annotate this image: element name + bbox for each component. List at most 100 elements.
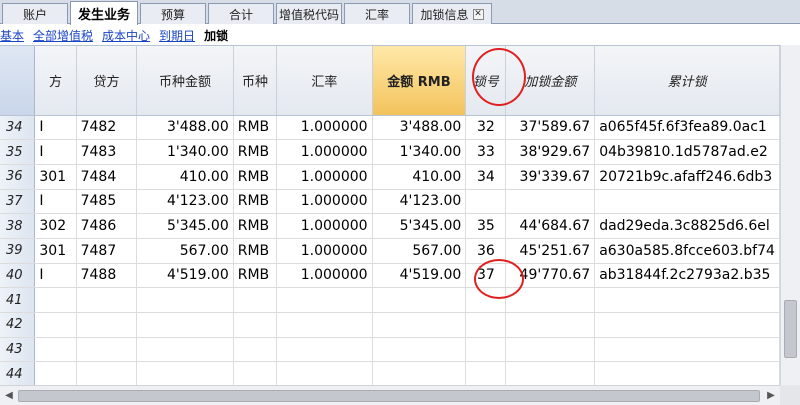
cell-exchange-rate[interactable]: 1.000000 xyxy=(276,263,373,289)
cell-credit[interactable]: 7486 xyxy=(76,213,138,239)
cell-side[interactable] xyxy=(34,361,77,385)
cell-exchange-rate[interactable]: 1.000000 xyxy=(276,189,373,215)
cell-lock-number[interactable]: 35 xyxy=(465,213,507,239)
table-row[interactable]: 37 I 7485 4'123.00 RMB 1.000000 4'123.00 xyxy=(0,189,780,215)
cell-currency-amount[interactable] xyxy=(136,337,234,363)
cell-lock-number[interactable]: 36 xyxy=(465,238,507,264)
cell-amount-rmb[interactable] xyxy=(372,361,467,385)
cell-currency-amount[interactable] xyxy=(136,312,234,338)
tab-exchange-rates[interactable]: 汇率 xyxy=(344,3,410,24)
vertical-scrollbar[interactable] xyxy=(780,45,800,385)
cell-side[interactable]: 301 xyxy=(34,238,77,264)
cell-side[interactable]: 301 xyxy=(34,164,77,190)
cell-amount-rmb[interactable] xyxy=(372,337,467,363)
cell-credit[interactable] xyxy=(76,337,138,363)
cell-credit[interactable]: 7485 xyxy=(76,189,138,215)
cell-lock-number[interactable] xyxy=(465,337,507,363)
column-header-amount-rmb[interactable]: 金额 RMB xyxy=(372,46,467,116)
column-header-credit[interactable]: 贷方 xyxy=(76,46,138,116)
cell-lock-number[interactable]: 32 xyxy=(465,115,507,141)
cell-locked-amount[interactable]: 37'589.67 xyxy=(505,115,596,141)
cell-side[interactable]: I xyxy=(34,139,77,165)
cell-currency-amount[interactable]: 567.00 xyxy=(136,238,234,264)
cell-currency[interactable]: RMB xyxy=(233,213,278,239)
column-header-lock-number[interactable]: 锁号 xyxy=(465,46,507,116)
cell-cumulative-lock[interactable]: ab31844f.2c2793a2.b35 xyxy=(594,263,780,289)
cell-currency[interactable]: RMB xyxy=(233,164,278,190)
cell-side[interactable] xyxy=(34,337,77,363)
cell-locked-amount[interactable] xyxy=(505,287,596,313)
tab-vat-codes[interactable]: 增值税代码 xyxy=(276,3,342,24)
cell-exchange-rate[interactable] xyxy=(276,337,373,363)
cell-currency[interactable]: RMB xyxy=(233,115,278,141)
cell-lock-number[interactable]: 37 xyxy=(465,263,507,289)
cell-currency[interactable]: RMB xyxy=(233,263,278,289)
cell-currency-amount[interactable]: 410.00 xyxy=(136,164,234,190)
table-row[interactable]: 40 I 7488 4'519.00 RMB 1.000000 4'519.00 37 49'7… xyxy=(0,263,780,289)
filter-cost-center-link[interactable]: 成本中心 xyxy=(102,27,150,44)
cell-lock-number[interactable] xyxy=(465,312,507,338)
cell-currency[interactable] xyxy=(233,287,278,313)
cell-lock-number[interactable]: 34 xyxy=(465,164,507,190)
cell-currency-amount[interactable]: 4'519.00 xyxy=(136,263,234,289)
cell-credit[interactable] xyxy=(76,361,138,385)
cell-amount-rmb[interactable]: 4'519.00 xyxy=(372,263,467,289)
cell-locked-amount[interactable] xyxy=(505,312,596,338)
cell-credit[interactable]: 7483 xyxy=(76,139,138,165)
cell-credit[interactable]: 7488 xyxy=(76,263,138,289)
cell-side[interactable]: I xyxy=(34,189,77,215)
cell-cumulative-lock[interactable]: dad29eda.3c8825d6.6el xyxy=(594,213,780,239)
cell-credit[interactable] xyxy=(76,287,138,313)
cell-cumulative-lock[interactable]: a630a585.8fcce603.bf74 xyxy=(594,238,780,264)
table-row[interactable]: 35 I 7483 1'340.00 RMB 1.000000 1'340.00 33 38'9… xyxy=(0,139,780,165)
cell-currency[interactable] xyxy=(233,312,278,338)
cell-amount-rmb[interactable]: 567.00 xyxy=(372,238,467,264)
cell-currency-amount[interactable] xyxy=(136,287,234,313)
cell-cumulative-lock[interactable]: 20721b9c.afaff246.6db3 xyxy=(594,164,780,190)
table-row[interactable]: 43 xyxy=(0,337,780,363)
cell-amount-rmb[interactable]: 4'123.00 xyxy=(372,189,467,215)
cell-currency[interactable] xyxy=(233,337,278,363)
table-row[interactable]: 39 301 7487 567.00 RMB 1.000000 567.00 36 45'251… xyxy=(0,238,780,264)
cell-amount-rmb[interactable]: 5'345.00 xyxy=(372,213,467,239)
vertical-scroll-thumb[interactable] xyxy=(784,300,797,358)
cell-currency[interactable] xyxy=(233,361,278,385)
cell-exchange-rate[interactable]: 1.000000 xyxy=(276,164,373,190)
tab-totals[interactable]: 合计 xyxy=(208,3,274,24)
cell-currency-amount[interactable]: 5'345.00 xyxy=(136,213,234,239)
cell-cumulative-lock[interactable] xyxy=(594,287,780,313)
cell-credit[interactable] xyxy=(76,312,138,338)
scroll-left-arrow-icon[interactable]: ◀ xyxy=(2,389,16,403)
cell-cumulative-lock[interactable] xyxy=(594,312,780,338)
cell-credit[interactable]: 7482 xyxy=(76,115,138,141)
cell-amount-rmb[interactable]: 410.00 xyxy=(372,164,467,190)
cell-locked-amount[interactable] xyxy=(505,361,596,385)
cell-locked-amount[interactable] xyxy=(505,337,596,363)
cell-credit[interactable]: 7484 xyxy=(76,164,138,190)
filter-all-vat-link[interactable]: 全部增值税 xyxy=(33,27,93,44)
table-row[interactable]: 34 I 7482 3'488.00 RMB 1.000000 3'488.00 32 37'5… xyxy=(0,115,780,141)
cell-side[interactable]: I xyxy=(34,263,77,289)
cell-amount-rmb[interactable] xyxy=(372,312,467,338)
cell-locked-amount[interactable]: 38'929.67 xyxy=(505,139,596,165)
tab-accounts[interactable]: 账户 xyxy=(2,3,68,24)
cell-side[interactable]: 302 xyxy=(34,213,77,239)
cell-exchange-rate[interactable] xyxy=(276,287,373,313)
cell-exchange-rate[interactable]: 1.000000 xyxy=(276,213,373,239)
cell-exchange-rate[interactable] xyxy=(276,361,373,385)
horizontal-scrollbar[interactable]: ◀ ▶ xyxy=(0,385,780,405)
cell-locked-amount[interactable] xyxy=(505,189,596,215)
column-header-locked-amount[interactable]: 加锁金额 xyxy=(505,46,596,116)
cell-locked-amount[interactable]: 45'251.67 xyxy=(505,238,596,264)
cell-cumulative-lock[interactable] xyxy=(594,189,780,215)
tab-transactions[interactable]: 发生业务 xyxy=(70,1,138,25)
column-header-currency-amount[interactable]: 币种金额 xyxy=(136,46,234,116)
cell-exchange-rate[interactable]: 1.000000 xyxy=(276,115,373,141)
cell-exchange-rate[interactable]: 1.000000 xyxy=(276,238,373,264)
cell-amount-rmb[interactable]: 1'340.00 xyxy=(372,139,467,165)
cell-side[interactable] xyxy=(34,287,77,313)
table-row[interactable]: 42 xyxy=(0,312,780,338)
tab-lock-info[interactable]: 加锁信息 ✕ xyxy=(412,3,492,24)
cell-exchange-rate[interactable] xyxy=(276,312,373,338)
cell-side[interactable]: I xyxy=(34,115,77,141)
